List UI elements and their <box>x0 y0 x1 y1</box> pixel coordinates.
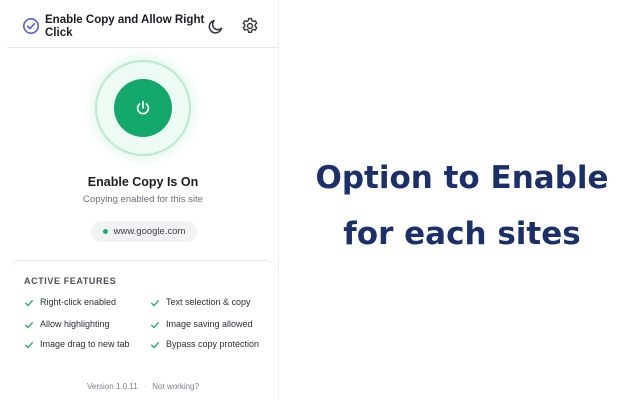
extension-popup: Enable Copy and Allow Right Click Enable… <box>7 0 279 400</box>
status-dot-icon <box>102 229 108 234</box>
status-title: Enable Copy Is On <box>87 175 199 189</box>
enable-copy-toggle[interactable] <box>114 79 172 137</box>
version-label: Version 1.0.11 <box>87 382 138 391</box>
popup-footer: Version 1.0.11 · Not working? <box>10 382 276 391</box>
moon-icon <box>208 19 223 34</box>
promo-caption: Option to Enable for each sites <box>292 150 632 262</box>
check-icon <box>151 342 159 349</box>
feature-item: Allow highlighting <box>24 319 110 330</box>
current-site-label: www.google.com <box>113 226 186 237</box>
feature-label: Image saving allowed <box>166 319 253 329</box>
feature-item: Text selection & copy <box>150 297 251 308</box>
check-circle-icon <box>22 17 40 35</box>
theme-toggle-button[interactable] <box>206 16 226 36</box>
settings-button[interactable] <box>240 16 260 36</box>
current-site-pill: www.google.com <box>91 221 197 242</box>
feature-item: Image drag to new tab <box>24 339 134 350</box>
active-features-panel: ACTIVE FEATURES Right-click enabled Text… <box>10 260 276 400</box>
popup-header: Enable Copy and Allow Right Click <box>7 0 279 48</box>
caption-line-2: for each sites <box>343 216 581 252</box>
status-subtitle: Copying enabled for this site <box>83 194 203 205</box>
feature-label: Right-click enabled <box>40 297 117 307</box>
feature-label: Bypass copy protection <box>166 339 260 349</box>
features-heading: ACTIVE FEATURES <box>24 276 117 286</box>
feature-item: Right-click enabled <box>24 297 116 308</box>
check-icon <box>25 342 33 349</box>
feature-label: Allow highlighting <box>40 319 110 329</box>
check-icon <box>25 322 33 329</box>
app-title: Enable Copy and Allow Right Click <box>45 14 205 39</box>
feature-label: Image drag to new tab <box>40 339 130 349</box>
check-icon <box>151 300 159 307</box>
footer-separator: · <box>143 382 147 391</box>
check-icon <box>151 322 159 329</box>
feature-label: Text selection & copy <box>166 297 251 307</box>
check-icon <box>25 300 33 307</box>
feature-item: Image saving allowed <box>150 319 253 330</box>
gear-icon <box>242 17 258 33</box>
power-icon <box>136 100 150 115</box>
caption-line-1: Option to Enable <box>315 160 609 196</box>
feature-item: Bypass copy protection <box>150 339 260 350</box>
not-working-link[interactable]: Not working? <box>152 382 199 391</box>
